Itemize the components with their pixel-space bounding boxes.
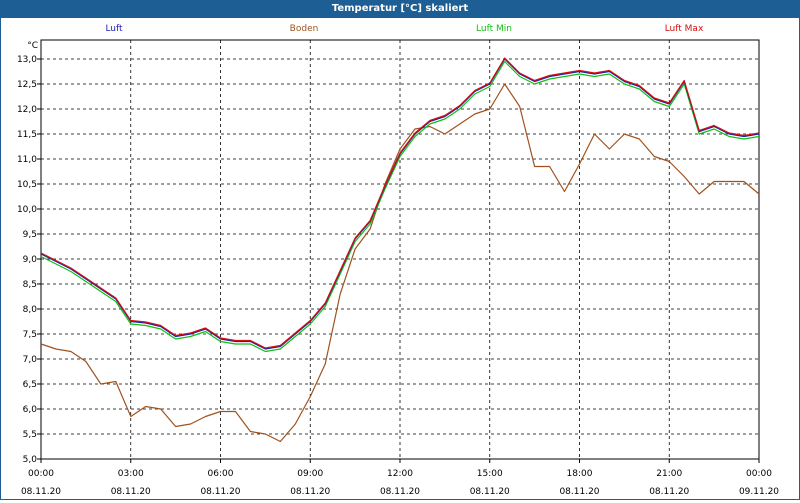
y-tick-label: 6,0 — [23, 405, 38, 415]
x-tick-label-time: 03:00 — [118, 469, 144, 479]
y-tick-label: 12,0 — [17, 105, 37, 115]
x-tick-label-time: 15:00 — [477, 469, 503, 479]
legend-entry-luft: Luft — [105, 24, 123, 34]
legend-entry-luft-max: Luft Max — [665, 24, 704, 34]
y-tick-label: 7,0 — [23, 355, 38, 365]
y-tick-label: 12,5 — [17, 80, 37, 90]
y-axis-unit-label: °C — [27, 41, 38, 51]
x-tick-label-date: 08.11.20 — [649, 487, 689, 497]
x-tick-label-date: 08.11.20 — [559, 487, 599, 497]
x-tick-label-time: 09:00 — [297, 469, 323, 479]
x-tick-label-date: 08.11.20 — [200, 487, 240, 497]
chart-area: 5,0 5,5 6,0 6,5 7,0 7,5 8,0 8,5 9,0 9,5 10,0 10,5 11… — [0, 18, 800, 500]
x-tick-label-time: 06:00 — [208, 469, 234, 479]
y-tick-label: 8,5 — [23, 280, 37, 290]
legend-entry-luft-min: Luft Min — [476, 24, 512, 34]
y-tick-label: 5,0 — [23, 455, 38, 465]
x-tick-label-date: 08.11.20 — [380, 487, 420, 497]
x-tick-label-time: 00:00 — [746, 469, 772, 479]
x-tick-label-time: 18:00 — [567, 469, 593, 479]
y-tick-label: 7,5 — [23, 330, 37, 340]
y-tick-label: 10,0 — [17, 205, 37, 215]
y-tick-label: 10,5 — [17, 180, 37, 190]
x-tick-label-time: 21:00 — [656, 469, 682, 479]
legend-entry-boden: Boden — [290, 24, 319, 34]
x-tick-label-date: 08.11.20 — [111, 487, 151, 497]
y-tick-label: 9,0 — [23, 255, 38, 265]
chart-title: Temperatur [°C] skaliert — [0, 0, 800, 18]
line-chart: 5,0 5,5 6,0 6,5 7,0 7,5 8,0 8,5 9,0 9,5 10,0 10,5 11… — [17, 24, 779, 497]
x-tick-label-time: 12:00 — [387, 469, 413, 479]
y-tick-label: 8,0 — [23, 305, 38, 315]
y-tick-label: 11,5 — [17, 130, 37, 140]
x-tick-label-date: 08.11.20 — [21, 487, 61, 497]
x-tick-label-date: 09.11.20 — [739, 487, 779, 497]
x-tick-label-date: 08.11.20 — [470, 487, 510, 497]
y-tick-label: 5,5 — [23, 430, 37, 440]
y-tick-label: 6,5 — [23, 380, 37, 390]
series-line-luft-min — [40, 60, 760, 353]
x-tick-label-time: 00:00 — [28, 469, 54, 479]
y-tick-label: 13,0 — [17, 55, 37, 65]
y-tick-label: 9,5 — [23, 230, 37, 240]
x-tick-label-date: 08.11.20 — [290, 487, 330, 497]
y-tick-label: 11,0 — [17, 155, 37, 165]
